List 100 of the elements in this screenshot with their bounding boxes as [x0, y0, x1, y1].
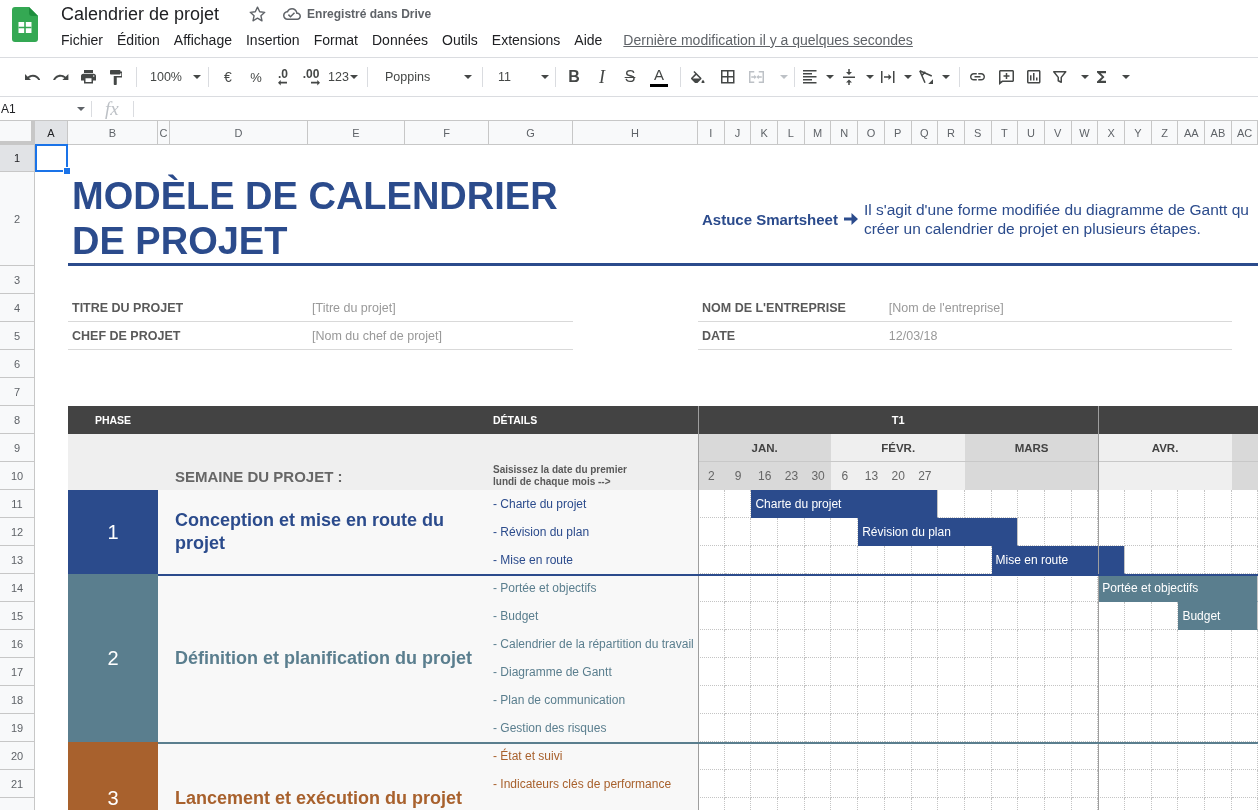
row-header[interactable]: 14 [0, 574, 35, 602]
row-header[interactable]: 21 [0, 770, 35, 798]
column-header[interactable]: Q [911, 121, 939, 145]
row-header[interactable]: 11 [0, 490, 35, 518]
column-header[interactable]: A [35, 121, 68, 145]
row-header[interactable]: 13 [0, 546, 35, 574]
row-header[interactable]: 5 [0, 322, 35, 350]
row-header[interactable]: 9 [0, 434, 35, 462]
phase-number-cell: 2 [68, 574, 158, 742]
column-header[interactable]: P [884, 121, 912, 145]
row-header[interactable]: 17 [0, 658, 35, 686]
row-header[interactable]: 15 [0, 602, 35, 630]
phase-title: Conception et mise en route du projet [175, 509, 446, 555]
row-header[interactable]: 18 [0, 686, 35, 714]
column-header[interactable]: K [751, 121, 779, 145]
row-header[interactable]: 8 [0, 406, 35, 434]
row-header[interactable]: 7 [0, 378, 35, 406]
row-header[interactable]: 1 [0, 145, 35, 172]
menu-item[interactable]: Insertion [238, 29, 307, 50]
column-header[interactable]: F [405, 121, 489, 145]
week-number: 30 [811, 469, 825, 483]
phase-title: Lancement et exécution du projet [175, 786, 463, 810]
month-header: MARS [964, 434, 1099, 462]
column-header[interactable]: Y [1125, 121, 1152, 145]
number-format-dropdown[interactable]: 123 [324, 63, 360, 91]
fill-handle[interactable] [63, 167, 71, 175]
column-header[interactable]: X [1098, 121, 1125, 145]
tip-text: créer un calendrier de projet en plusieurs étapes. [863, 219, 1201, 238]
font-dropdown[interactable]: Poppins [377, 63, 477, 91]
gantt-bar-label: Portée et objectifs [1102, 581, 1199, 595]
save-status: Enregistré dans Drive [307, 7, 432, 21]
column-header[interactable]: R [938, 121, 965, 145]
decrease-decimals-button[interactable]: .0 [271, 63, 295, 91]
month-header: FÉVR. [831, 434, 965, 462]
text-rotate-icon [919, 69, 934, 85]
increase-decimals-button[interactable]: .00 [298, 63, 324, 91]
column-header[interactable]: D [170, 121, 308, 145]
phase-number-cell: 1 [68, 490, 158, 574]
align-left-icon [803, 70, 817, 84]
bold-button[interactable]: B [562, 63, 586, 91]
column-header[interactable]: AA [1178, 121, 1206, 145]
menu-item[interactable]: Extensions [484, 29, 568, 50]
column-header[interactable]: B [68, 121, 158, 145]
text-color-button[interactable]: A [647, 63, 671, 91]
week-number: 2 [708, 469, 715, 483]
menu-item[interactable]: Aide [567, 29, 610, 50]
spreadsheet-icon[interactable] [12, 7, 38, 42]
font-size-dropdown[interactable]: 11 [490, 63, 550, 91]
column-header[interactable]: S [964, 121, 992, 145]
info-label: CHEF DE PROJET [72, 329, 181, 343]
column-header[interactable]: O [858, 121, 885, 145]
row-header[interactable]: 10 [0, 462, 35, 490]
column-heading: PHASE [94, 414, 132, 426]
row-header[interactable]: 4 [0, 294, 35, 322]
caret-icon [1122, 75, 1130, 79]
column-header[interactable]: N [831, 121, 859, 145]
function-label: fx [105, 98, 119, 119]
month-header: AVR. [1098, 434, 1232, 462]
italic-button[interactable]: I [590, 63, 614, 91]
gantt-bar-label: Budget [1182, 609, 1221, 623]
menu-item[interactable]: Affichage [166, 29, 239, 50]
currency-button[interactable]: € [216, 63, 240, 91]
cell-reference-box[interactable]: A1 [0, 97, 91, 120]
column-header[interactable]: T [991, 121, 1019, 145]
column-header[interactable]: H [573, 121, 698, 145]
column-header[interactable]: L [778, 121, 805, 145]
zoom-dropdown[interactable]: 100% [144, 63, 204, 91]
last-edit-link[interactable]: Dernière modification il y a quelques secondes [623, 31, 913, 48]
caret-icon [904, 75, 912, 79]
column-header[interactable]: AB [1205, 121, 1232, 145]
row-header[interactable]: 16 [0, 630, 35, 658]
menu-item[interactable]: Édition [110, 29, 167, 50]
column-header[interactable]: I [698, 121, 725, 145]
row-header[interactable]: 12 [0, 518, 35, 546]
row-header[interactable]: 2 [0, 172, 35, 266]
row-header[interactable]: 19 [0, 714, 35, 742]
row-header[interactable]: 6 [0, 350, 35, 378]
column-header[interactable]: G [489, 121, 573, 145]
menu-item[interactable]: Données [365, 29, 436, 50]
column-header[interactable]: Z [1151, 121, 1179, 145]
column-header[interactable]: V [1044, 121, 1072, 145]
column-header[interactable]: W [1071, 121, 1099, 145]
document-title[interactable]: Calendrier de projet [61, 3, 220, 25]
column-header[interactable]: C [158, 121, 170, 145]
row-header[interactable]: 20 [0, 742, 35, 770]
caret-icon [780, 75, 788, 79]
menu-item[interactable]: Format [306, 29, 365, 50]
column-header[interactable]: M [804, 121, 832, 145]
star-icon[interactable] [249, 6, 267, 22]
menu-item[interactable]: Outils [435, 29, 485, 50]
menu-item[interactable]: Fichier [54, 29, 110, 50]
column-header[interactable]: J [724, 121, 752, 145]
row-header[interactable]: 3 [0, 266, 35, 294]
task-label: - Portée et objectifs [493, 581, 597, 595]
strikethrough-button[interactable]: S [618, 63, 642, 91]
column-header[interactable]: E [308, 121, 405, 145]
caret-icon [1081, 75, 1089, 79]
column-header[interactable]: AC [1231, 121, 1258, 145]
percent-button[interactable]: % [244, 63, 268, 91]
column-header[interactable]: U [1018, 121, 1045, 145]
